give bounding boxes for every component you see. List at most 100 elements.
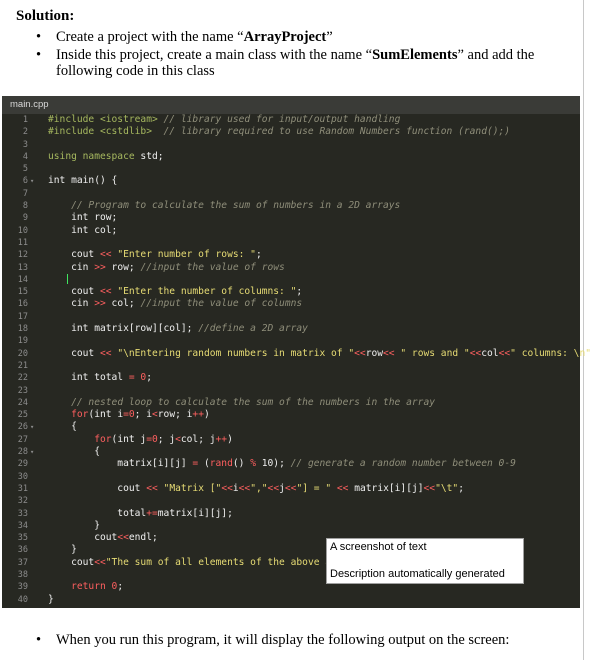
code-text: {	[48, 421, 77, 433]
code-token: // library required to use Random Number…	[157, 126, 511, 138]
code-line: 5	[2, 163, 580, 175]
code-text: matrix[i][j] = (rand() % 10); // generat…	[48, 458, 516, 470]
code-text: int row;	[48, 212, 117, 224]
code-line: 1 #include <iostream> // library used for…	[2, 114, 580, 126]
code-line: 15 cout << "Enter the number of columns:…	[2, 286, 580, 298]
line-number: 33	[17, 508, 28, 519]
code-token: // library used for input/output handlin…	[163, 114, 401, 125]
code-token: ++	[215, 433, 228, 445]
code-token: }	[48, 593, 54, 605]
code-token: ","	[250, 482, 268, 494]
code-token: cout	[48, 556, 95, 568]
line-number: 13	[17, 262, 28, 273]
code-token: // generate a random number between 0-9	[290, 458, 516, 470]
line-number: 8	[22, 201, 28, 212]
code-text: }	[48, 520, 100, 532]
code-token: <<	[498, 347, 511, 359]
code-token: ;	[458, 482, 464, 494]
code-token: {	[48, 421, 77, 433]
code-token: int main() {	[48, 175, 118, 187]
code-line: 22 int total = 0;	[2, 372, 580, 384]
code-text: // Program to calculate the sum of numbe…	[48, 200, 400, 212]
code-token: <<	[331, 482, 349, 494]
output-note: When you run this program, it will displ…	[36, 632, 509, 649]
code-token: //input the value of rows	[140, 261, 285, 273]
code-token: ; j	[157, 433, 176, 445]
solution-heading: Solution:	[16, 8, 75, 24]
code-line: 20 cout << "\nEntering random numbers in…	[2, 347, 592, 360]
instruction-list: Create a project with the name “ArrayPro…	[36, 29, 576, 81]
code-token: "Matrix ["	[157, 482, 222, 494]
line-number: 32	[17, 496, 28, 507]
code-token: }	[48, 544, 77, 556]
line-number: 1	[22, 115, 28, 125]
line-number: 10	[17, 225, 28, 236]
line-number: 2	[22, 127, 28, 138]
line-number: 23	[17, 385, 28, 396]
code-token: return	[71, 581, 106, 593]
code-token: cin	[48, 261, 95, 273]
code-text	[48, 273, 68, 286]
code-token: "] = "	[296, 482, 332, 494]
line-number: 35	[17, 533, 28, 544]
code-line: 23	[2, 385, 580, 397]
code-line: 27 for(int j=0; j<col; j++)	[2, 434, 580, 446]
code-line: 2 #include <cstdlib> // library required …	[2, 126, 580, 138]
code-line: 14	[2, 273, 580, 286]
code-token: <<	[423, 482, 436, 494]
code-token: ;	[296, 286, 303, 298]
line-number: 25	[17, 410, 28, 421]
code-token: <<	[383, 347, 395, 359]
code-token: )	[203, 409, 210, 421]
code-token: ;	[117, 581, 124, 593]
code-line: 16 cin >> col; //input the value of colu…	[2, 298, 580, 310]
line-number: 20	[17, 348, 28, 359]
tooltip-title: A screenshot of text	[330, 541, 427, 553]
line-number: 6	[22, 176, 28, 187]
code-text: cin >> row; //input the value of rows	[48, 262, 285, 274]
line-number: 5	[22, 164, 28, 175]
code-token: ;	[255, 249, 262, 261]
code-token: cout	[48, 249, 100, 261]
code-token: cout	[48, 286, 100, 298]
line-number: 18	[17, 324, 28, 335]
code-token: row	[365, 347, 384, 359]
code-text: return 0;	[48, 581, 123, 593]
code-token: " columns: \n"	[510, 347, 592, 359]
line-number: 31	[17, 483, 28, 494]
code-token: 0	[105, 581, 118, 593]
page-edge-rule	[583, 0, 584, 660]
code-line: 11	[2, 237, 580, 249]
code-token: <<	[238, 482, 251, 494]
code-token: (int i	[88, 409, 124, 421]
code-line: 9 int row;	[2, 212, 580, 224]
code-token: ()	[232, 458, 251, 470]
code-text: }	[48, 594, 54, 606]
code-token: ++	[192, 409, 204, 421]
code-line: 17	[2, 311, 580, 323]
code-line: 13 cin >> row; //input the value of rows	[2, 262, 580, 274]
fold-arrow-icon: ▾	[30, 423, 35, 432]
code-token: >>	[94, 298, 106, 310]
code-token: <<	[284, 482, 297, 494]
code-text: for(int i=0; i<row; i++)	[48, 409, 210, 421]
code-token: " rows and "	[394, 347, 470, 359]
code-text: cout << "Matrix ["<<i<<","<<j<<"] = " <<…	[48, 483, 464, 495]
line-number: 16	[17, 299, 28, 310]
code-token: <<	[99, 347, 112, 359]
code-text: #include <cstdlib> // library required t…	[48, 126, 510, 138]
line-number: 26	[17, 422, 28, 433]
instruction-item-2: Inside this project, create a main class…	[36, 47, 576, 79]
code-token: // nested loop to calculate the sum of t…	[71, 396, 435, 408]
code-token: "\t"	[435, 482, 459, 494]
code-token: #include <iostream>	[48, 114, 164, 125]
code-token: }	[48, 519, 100, 531]
code-token: col; j	[180, 433, 216, 445]
line-number: 34	[17, 520, 28, 531]
code-token: <<	[267, 482, 280, 494]
code-line: 21	[2, 360, 580, 372]
